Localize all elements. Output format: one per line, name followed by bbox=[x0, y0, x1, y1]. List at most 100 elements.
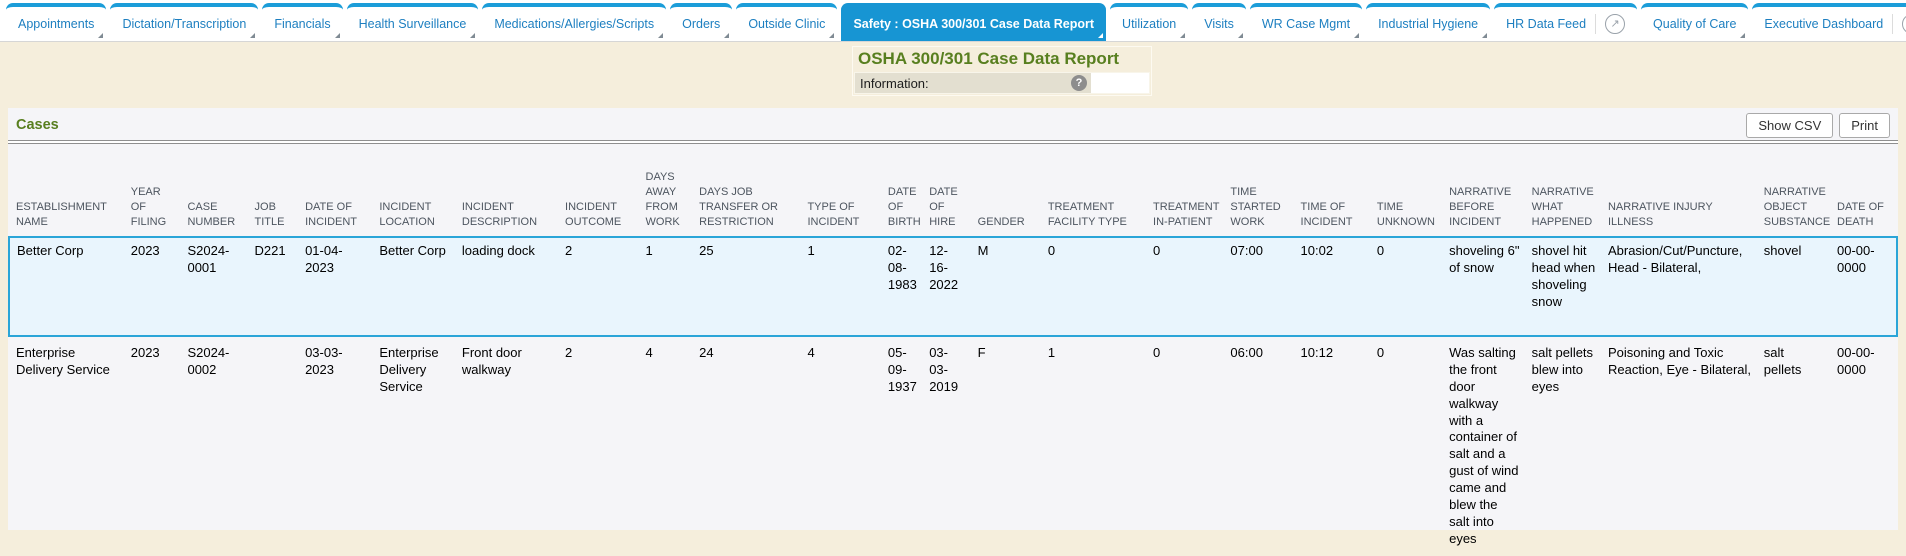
tab-financials[interactable]: Financials bbox=[262, 3, 342, 41]
table-cell: 07:00 bbox=[1230, 237, 1300, 336]
column-header: Establishment Name bbox=[9, 144, 131, 237]
table-cell: shovel bbox=[1764, 237, 1837, 336]
tab-dictation-transcription[interactable]: Dictation/Transcription bbox=[110, 3, 258, 41]
column-header: Days Away From Work bbox=[646, 144, 700, 237]
table-cell: Enterprise Delivery Service bbox=[9, 336, 131, 556]
tab-label: Executive Dashboard bbox=[1764, 17, 1883, 31]
tab-corner-icon bbox=[658, 33, 663, 38]
table-cell: 0 bbox=[1153, 336, 1230, 556]
tab-label: Utilization bbox=[1122, 17, 1176, 31]
tab-safety-osha-case-data-report[interactable]: Safety : OSHA 300/301 Case Data Report bbox=[841, 3, 1106, 41]
table-cell: 05-09-1937 bbox=[888, 336, 929, 556]
column-header: Date of Birth bbox=[888, 144, 929, 237]
tab-wr-case-mgmt[interactable]: WR Case Mgmt bbox=[1250, 3, 1362, 41]
table-cell: 06:00 bbox=[1230, 336, 1300, 556]
table-cell bbox=[255, 336, 306, 556]
information-bar: Information: ? bbox=[854, 72, 1150, 94]
table-cell: 0 bbox=[1377, 237, 1449, 336]
tab-label: Medications/Allergies/Scripts bbox=[494, 17, 654, 31]
table-cell: 1 bbox=[646, 237, 700, 336]
table-cell: 0 bbox=[1153, 237, 1230, 336]
tab-label: Quality of Care bbox=[1653, 17, 1736, 31]
help-icon[interactable]: ? bbox=[1071, 75, 1087, 91]
cases-table: Establishment Name Year of Filing Case N… bbox=[8, 144, 1898, 556]
table-header-row: Establishment Name Year of Filing Case N… bbox=[9, 144, 1897, 237]
external-link-icon[interactable]: ↗ bbox=[1605, 14, 1625, 34]
column-header: Case Number bbox=[187, 144, 254, 237]
tab-visits[interactable]: Visits bbox=[1192, 3, 1246, 41]
table-cell: salt pellets bbox=[1764, 336, 1837, 556]
table-cell: 4 bbox=[646, 336, 700, 556]
table-cell: M bbox=[978, 237, 1048, 336]
column-header: Date of Death bbox=[1837, 144, 1897, 237]
external-link-wrap: ↗ bbox=[1595, 14, 1625, 34]
column-header: Narrative Injury Illness bbox=[1608, 144, 1764, 237]
table-cell: 10:12 bbox=[1301, 336, 1377, 556]
table-cell: 0 bbox=[1377, 336, 1449, 556]
external-link-wrap: ↗ bbox=[1892, 14, 1906, 34]
table-row-selected[interactable]: Better Corp 2023 S2024-0001 D221 01-04-2… bbox=[9, 237, 1897, 336]
column-header: Date of Hire bbox=[929, 144, 977, 237]
table-cell: 2023 bbox=[131, 237, 188, 336]
column-header: Incident Description bbox=[462, 144, 565, 237]
table-cell: Front door walkway bbox=[462, 336, 565, 556]
column-header: Time Started Work bbox=[1230, 144, 1300, 237]
table-cell: 2 bbox=[565, 237, 645, 336]
column-header: Type of Incident bbox=[807, 144, 887, 237]
table-cell: 02-08-1983 bbox=[888, 237, 929, 336]
table-row[interactable]: Enterprise Delivery Service 2023 S2024-0… bbox=[9, 336, 1897, 556]
table-cell: S2024-0002 bbox=[187, 336, 254, 556]
tab-appointments[interactable]: Appointments bbox=[6, 3, 106, 41]
print-button[interactable]: Print bbox=[1839, 113, 1890, 138]
tab-corner-icon bbox=[1238, 33, 1243, 38]
table-cell: Enterprise Delivery Service bbox=[379, 336, 462, 556]
tab-orders[interactable]: Orders bbox=[670, 3, 732, 41]
external-link-icon[interactable]: ↗ bbox=[1902, 14, 1906, 34]
tab-health-surveillance[interactable]: Health Surveillance bbox=[347, 3, 479, 41]
tab-corner-icon bbox=[335, 33, 340, 38]
column-header: Days Job Transfer or Restriction bbox=[699, 144, 807, 237]
column-header: Narrative Object Substance bbox=[1764, 144, 1837, 237]
tab-corner-icon bbox=[250, 33, 255, 38]
table-cell: Better Corp bbox=[379, 237, 462, 336]
tab-quality-of-care[interactable]: Quality of Care bbox=[1641, 3, 1748, 41]
tab-corner-icon bbox=[1740, 33, 1745, 38]
table-cell: 1 bbox=[807, 237, 887, 336]
top-tab-bar: Appointments Dictation/Transcription Fin… bbox=[0, 0, 1906, 42]
table-cell: 0 bbox=[1048, 237, 1153, 336]
tab-corner-icon bbox=[724, 33, 729, 38]
tab-utilization[interactable]: Utilization bbox=[1110, 3, 1188, 41]
tab-corner-icon bbox=[1098, 33, 1103, 38]
table-cell: 12-16-2022 bbox=[929, 237, 977, 336]
table-cell: Poisoning and Toxic Reaction, Eye - Bila… bbox=[1608, 336, 1764, 556]
column-header: Date of Incident bbox=[305, 144, 379, 237]
tab-executive-dashboard[interactable]: Executive Dashboard ↗ bbox=[1752, 3, 1906, 41]
column-header: Job Title bbox=[255, 144, 306, 237]
tab-outside-clinic[interactable]: Outside Clinic bbox=[736, 3, 837, 41]
tab-corner-icon bbox=[470, 33, 475, 38]
tab-medications-allergies-scripts[interactable]: Medications/Allergies/Scripts bbox=[482, 3, 666, 41]
column-header: Incident Outcome bbox=[565, 144, 645, 237]
cases-panel: Cases Show CSV Print Establishment Name … bbox=[8, 108, 1898, 530]
table-cell: D221 bbox=[255, 237, 306, 336]
tab-label: Appointments bbox=[18, 17, 94, 31]
report-header: OSHA 300/301 Case Data Report Informatio… bbox=[852, 46, 1152, 96]
column-header: Treatment Facility Type bbox=[1048, 144, 1153, 237]
table-cell: F bbox=[978, 336, 1048, 556]
column-header: Narrative What Happened bbox=[1532, 144, 1608, 237]
tab-label: Financials bbox=[274, 17, 330, 31]
tab-corner-icon bbox=[98, 33, 103, 38]
column-header: Treatment In-Patient bbox=[1153, 144, 1230, 237]
show-csv-button[interactable]: Show CSV bbox=[1746, 113, 1833, 138]
table-cell: shovel hit head when shoveling snow bbox=[1532, 237, 1608, 336]
tab-hr-data-feed[interactable]: HR Data Feed↗ bbox=[1494, 3, 1637, 41]
column-header: Time Unknown bbox=[1377, 144, 1449, 237]
table-cell: 03-03-2023 bbox=[305, 336, 379, 556]
tab-industrial-hygiene[interactable]: Industrial Hygiene bbox=[1366, 3, 1490, 41]
table-cell: 4 bbox=[807, 336, 887, 556]
section-title: Cases bbox=[16, 117, 59, 133]
table-cell: 10:02 bbox=[1301, 237, 1377, 336]
cases-panel-header: Cases Show CSV Print bbox=[8, 108, 1898, 140]
page-title: OSHA 300/301 Case Data Report bbox=[854, 48, 1150, 72]
tab-label: Safety : OSHA 300/301 Case Data Report bbox=[853, 17, 1094, 31]
